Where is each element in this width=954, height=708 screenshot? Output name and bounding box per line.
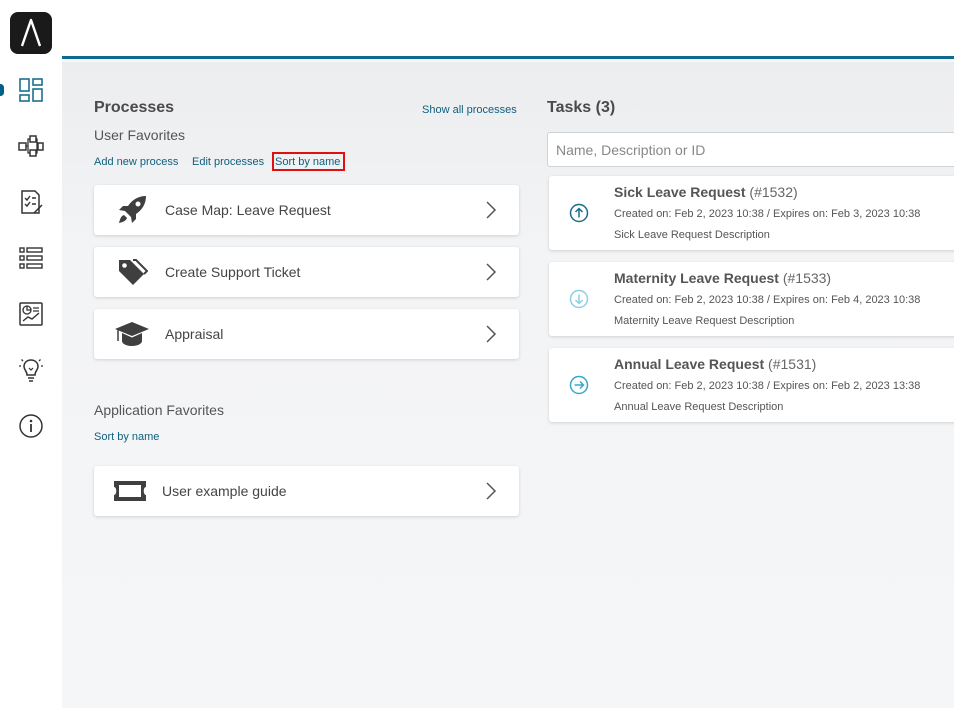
cases-icon	[19, 247, 43, 269]
nav-tasks[interactable]	[0, 182, 62, 222]
nav-dashboard[interactable]	[0, 70, 62, 110]
app-favorite-user-example-guide[interactable]: User example guide	[94, 466, 519, 516]
task-description: Annual Leave Request Description	[614, 401, 784, 413]
priority-high-icon	[569, 203, 589, 223]
chevron-right-icon	[486, 482, 497, 500]
tags-icon	[114, 257, 150, 287]
task-name: Sick Leave Request	[614, 184, 746, 200]
process-label: Appraisal	[165, 326, 224, 342]
task-name: Maternity Leave Request	[614, 270, 779, 286]
app-sort-by-name-link[interactable]: Sort by name	[94, 431, 159, 443]
user-favorites-title: User Favorites	[94, 127, 186, 143]
priority-low-icon	[569, 289, 589, 309]
process-appraisal[interactable]: Appraisal	[94, 309, 519, 359]
chevron-right-icon	[486, 263, 497, 281]
chevron-right-icon	[486, 325, 497, 343]
dashboard-icon	[19, 78, 43, 102]
task-id: (#1533)	[782, 270, 832, 286]
show-all-processes-link[interactable]: Show all processes	[422, 104, 517, 116]
task-dates: Created on: Feb 2, 2023 10:38 / Expires …	[614, 380, 921, 392]
process-case-map-leave-request[interactable]: Case Map: Leave Request	[94, 185, 519, 235]
task-dates: Created on: Feb 2, 2023 10:38 / Expires …	[614, 294, 921, 306]
ticket-icon	[112, 476, 148, 506]
sidebar	[0, 0, 62, 708]
tasks-icon	[21, 190, 43, 214]
process-label: Case Map: Leave Request	[165, 202, 331, 218]
task-title: Annual Leave Request (#1531)	[614, 356, 816, 372]
priority-normal-icon	[569, 375, 589, 395]
process-create-support-ticket[interactable]: Create Support Ticket	[94, 247, 519, 297]
task-name: Annual Leave Request	[614, 356, 765, 372]
application-favorites-title: Application Favorites	[94, 402, 224, 418]
nav-cases[interactable]	[0, 238, 62, 278]
add-new-process-link[interactable]: Add new process	[94, 156, 178, 168]
lightbulb-icon	[19, 359, 43, 382]
axon-ivy-logo[interactable]	[10, 12, 52, 54]
task-search-input[interactable]	[547, 132, 954, 167]
processes-icon	[18, 135, 44, 157]
edit-processes-link[interactable]: Edit processes	[192, 156, 264, 168]
nav-processes[interactable]	[0, 126, 62, 166]
task-title: Maternity Leave Request (#1533)	[614, 270, 831, 286]
graduation-cap-icon	[114, 319, 150, 349]
process-label: Create Support Ticket	[165, 264, 301, 280]
processes-title: Processes	[94, 99, 175, 116]
info-icon	[19, 414, 43, 438]
task-item-maternity-leave[interactable]: Maternity Leave Request (#1533) Created …	[549, 262, 954, 336]
task-description: Maternity Leave Request Description	[614, 315, 795, 327]
tasks-title: Tasks (3)	[547, 99, 616, 116]
nav-statistics[interactable]	[0, 294, 62, 334]
task-id: (#1531)	[768, 356, 817, 372]
task-item-sick-leave[interactable]: Sick Leave Request (#1532) Created on: F…	[549, 176, 954, 250]
sort-by-name-highlight	[272, 152, 345, 171]
task-title: Sick Leave Request (#1532)	[614, 184, 798, 200]
logo-icon	[20, 18, 42, 47]
task-item-annual-leave[interactable]: Annual Leave Request (#1531) Created on:…	[549, 348, 954, 422]
task-description: Sick Leave Request Description	[614, 229, 770, 241]
chevron-right-icon	[486, 201, 497, 219]
app-favorite-label: User example guide	[162, 483, 287, 499]
nav-ideas[interactable]	[0, 350, 62, 390]
nav-info[interactable]	[0, 406, 62, 446]
rocket-icon	[114, 195, 150, 225]
task-id: (#1532)	[749, 184, 798, 200]
top-bar	[62, 0, 954, 59]
statistics-icon	[19, 302, 43, 326]
task-dates: Created on: Feb 2, 2023 10:38 / Expires …	[614, 208, 921, 220]
